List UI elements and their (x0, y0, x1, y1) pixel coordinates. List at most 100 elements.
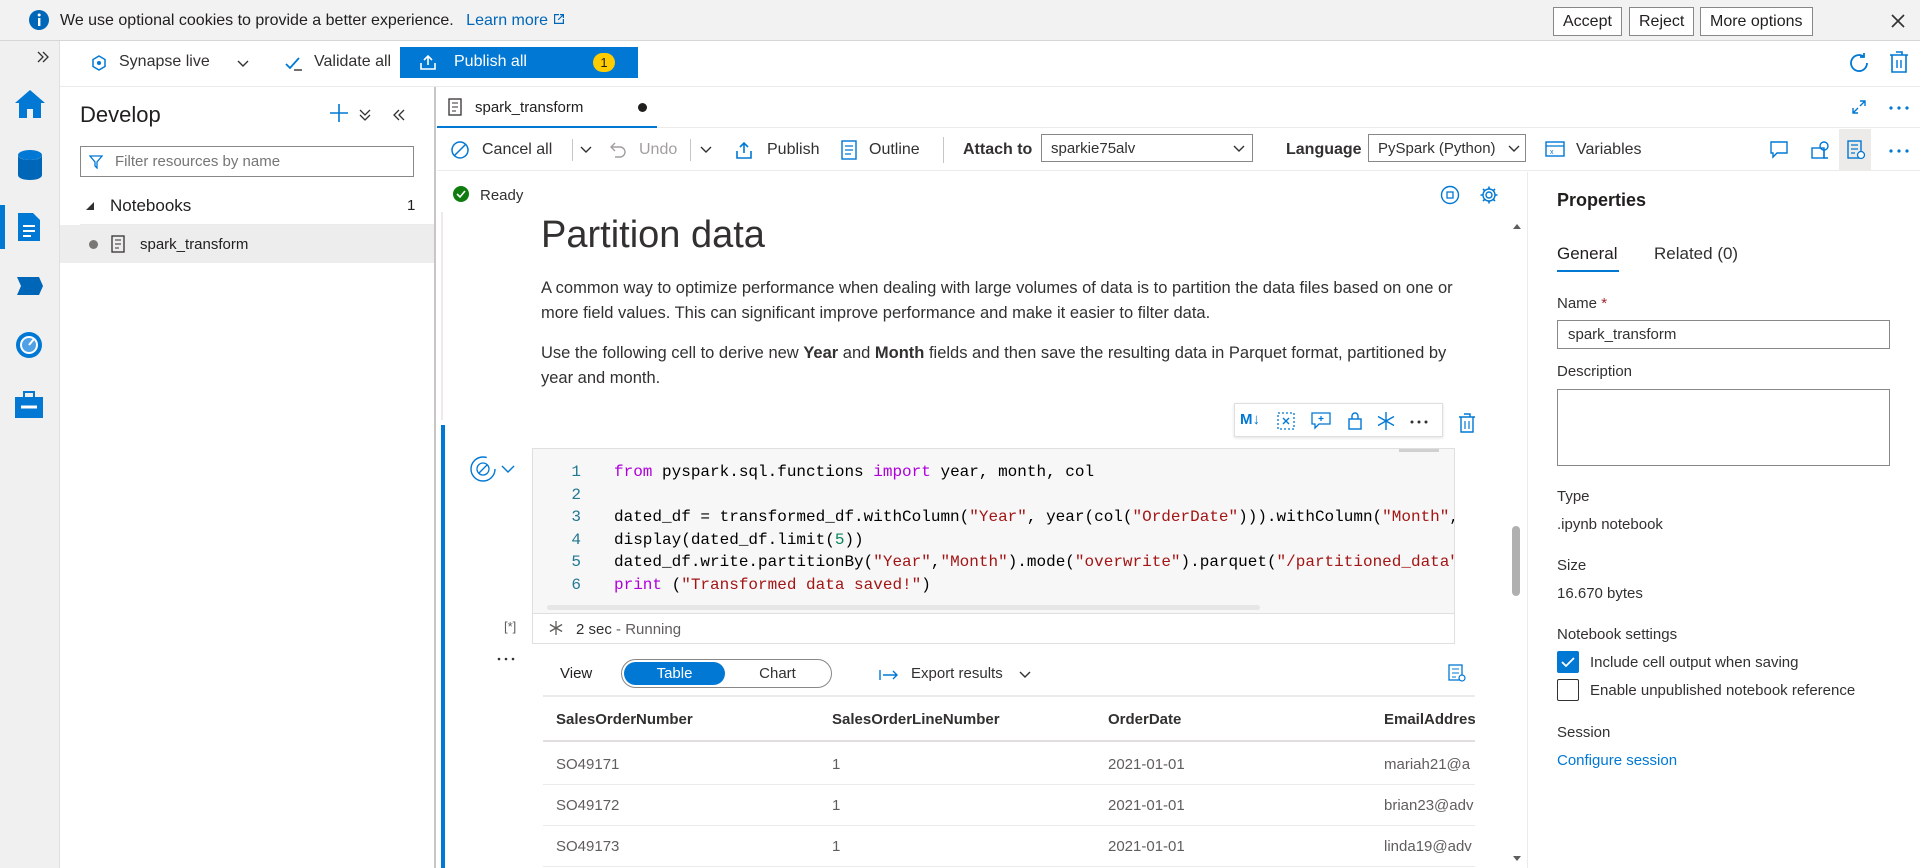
unsaved-dot-icon (638, 103, 647, 112)
svg-text:x: x (1550, 149, 1554, 156)
add-icon[interactable] (328, 102, 350, 124)
expand-rail-icon[interactable] (36, 50, 50, 64)
collapse-cell-icon[interactable] (500, 464, 516, 474)
language-label: Language (1286, 141, 1362, 158)
chevron-down-icon[interactable] (699, 145, 713, 155)
filter-icon (89, 155, 103, 169)
clear-output-icon[interactable] (1277, 412, 1295, 430)
reject-button[interactable]: Reject (1629, 7, 1695, 36)
refresh-icon[interactable] (1847, 51, 1871, 75)
horizontal-scrollbar[interactable] (547, 605, 1260, 610)
notebooks-section[interactable]: Notebooks (110, 196, 191, 216)
ready-check-icon (452, 185, 470, 203)
chevron-down-icon[interactable] (579, 145, 593, 155)
publish-icon (734, 140, 754, 160)
outline-button[interactable]: Outline (869, 141, 920, 159)
info-icon (28, 9, 50, 31)
collapse-panel-icon[interactable] (392, 108, 406, 122)
lock-icon[interactable] (1347, 411, 1363, 431)
table-tab[interactable]: Table (624, 662, 725, 685)
chevron-down-icon[interactable] (236, 59, 250, 69)
cancel-cell-icon[interactable] (469, 455, 497, 483)
view-label: View (560, 665, 593, 682)
collapse-all-icon[interactable] (358, 108, 372, 122)
comments-icon[interactable] (1769, 140, 1789, 160)
table-row[interactable]: SO49172 1 2021-01-01 brian23@adv (543, 785, 1475, 826)
chevron-down-icon[interactable] (1018, 670, 1032, 680)
accept-button[interactable]: Accept (1553, 7, 1622, 36)
scrollbar-thumb[interactable] (1512, 526, 1520, 596)
name-input[interactable] (1557, 320, 1890, 349)
more-icon[interactable] (497, 657, 515, 661)
table-cell: 2021-01-01 (1108, 797, 1185, 814)
filter-box[interactable] (80, 146, 414, 177)
notebook-content: Partition data A common way to optimize … (437, 212, 1525, 868)
table-cell: 1 (832, 756, 841, 773)
more-icon[interactable] (1410, 420, 1428, 424)
code-cell[interactable]: 1 2 3 4 5 6 from pyspark.sql.functions i… (532, 448, 1455, 614)
table-cell: brian23@adv (1384, 797, 1474, 814)
table-row[interactable]: SO49173 1 2021-01-01 linda19@adv (543, 826, 1475, 867)
caret-down-icon[interactable] (84, 200, 96, 212)
filter-input[interactable] (105, 148, 405, 175)
session-icon[interactable] (1809, 139, 1831, 161)
close-icon[interactable] (1890, 13, 1906, 29)
variables-button[interactable]: Variables (1576, 141, 1642, 159)
include-output-checkbox[interactable] (1557, 651, 1579, 673)
divider (943, 137, 944, 163)
tab-spark-transform[interactable]: spark_transform (437, 87, 657, 128)
chart-tab[interactable]: Chart (727, 662, 828, 685)
line-number: 1 (571, 463, 581, 481)
undo-icon (609, 141, 627, 159)
publish-button[interactable]: Publish (767, 141, 819, 159)
column-header[interactable]: OrderDate (1108, 711, 1181, 728)
tab-general[interactable]: General (1557, 244, 1617, 264)
learn-more-link[interactable]: Learn more (466, 12, 566, 29)
monitor-icon[interactable] (14, 330, 44, 360)
settings-icon[interactable] (1479, 185, 1499, 205)
more-icon[interactable] (1889, 106, 1909, 110)
cancel-all-button[interactable]: Cancel all (482, 141, 552, 159)
description-textarea[interactable] (1557, 389, 1890, 466)
language-select[interactable]: PySpark (Python) (1368, 134, 1526, 162)
table-cell: 2021-01-01 (1108, 838, 1185, 855)
configure-session-link[interactable]: Configure session (1557, 752, 1677, 769)
enable-unpublished-checkbox[interactable] (1557, 679, 1579, 701)
markdown-cell-bar (441, 212, 443, 420)
freeze-icon[interactable] (1376, 411, 1396, 431)
home-icon[interactable] (13, 88, 47, 120)
column-header[interactable]: SalesOrderNumber (556, 711, 693, 728)
scroll-indicator (1399, 449, 1439, 452)
discard-icon[interactable] (1888, 50, 1910, 74)
scroll-down-icon[interactable] (1512, 855, 1522, 863)
data-icon[interactable] (16, 149, 44, 181)
run-time-value: 2 sec (576, 621, 612, 638)
properties-icon (1846, 140, 1866, 160)
column-header[interactable]: SalesOrderLineNumber (832, 711, 1000, 728)
code-editor[interactable]: from pyspark.sql.functions import year, … (614, 461, 1454, 597)
maximize-icon[interactable] (1851, 99, 1867, 115)
validate-all-button[interactable]: Validate all (314, 53, 391, 71)
integrate-icon[interactable] (13, 273, 45, 299)
delete-cell-icon[interactable] (1458, 413, 1476, 433)
publish-all-button[interactable]: Publish all 1 (400, 47, 638, 78)
column-header[interactable]: EmailAddres (1384, 711, 1475, 728)
properties-toggle[interactable] (1839, 129, 1871, 171)
undo-button[interactable]: Undo (639, 141, 677, 159)
table-row[interactable]: SO49171 1 2021-01-01 mariah21@a (543, 744, 1475, 785)
workspace-selector[interactable]: Synapse live (119, 53, 210, 71)
tab-related[interactable]: Related (0) (1654, 244, 1738, 264)
more-options-button[interactable]: More options (1700, 7, 1813, 36)
manage-icon[interactable] (13, 390, 45, 420)
scroll-up-icon[interactable] (1512, 222, 1522, 230)
list-item-spark-transform[interactable]: spark_transform (60, 225, 434, 263)
develop-icon[interactable] (15, 211, 43, 243)
export-results-button[interactable]: Export results (911, 665, 1003, 682)
markdown-toggle-button[interactable]: M↓ (1240, 411, 1260, 428)
session-status-icon[interactable] (1440, 185, 1460, 205)
comment-icon[interactable] (1311, 412, 1331, 430)
more-icon[interactable] (1889, 149, 1909, 153)
attach-to-select[interactable]: sparkie75alv (1041, 134, 1253, 162)
table-settings-icon[interactable] (1447, 663, 1467, 683)
p2-text: and (838, 344, 875, 362)
